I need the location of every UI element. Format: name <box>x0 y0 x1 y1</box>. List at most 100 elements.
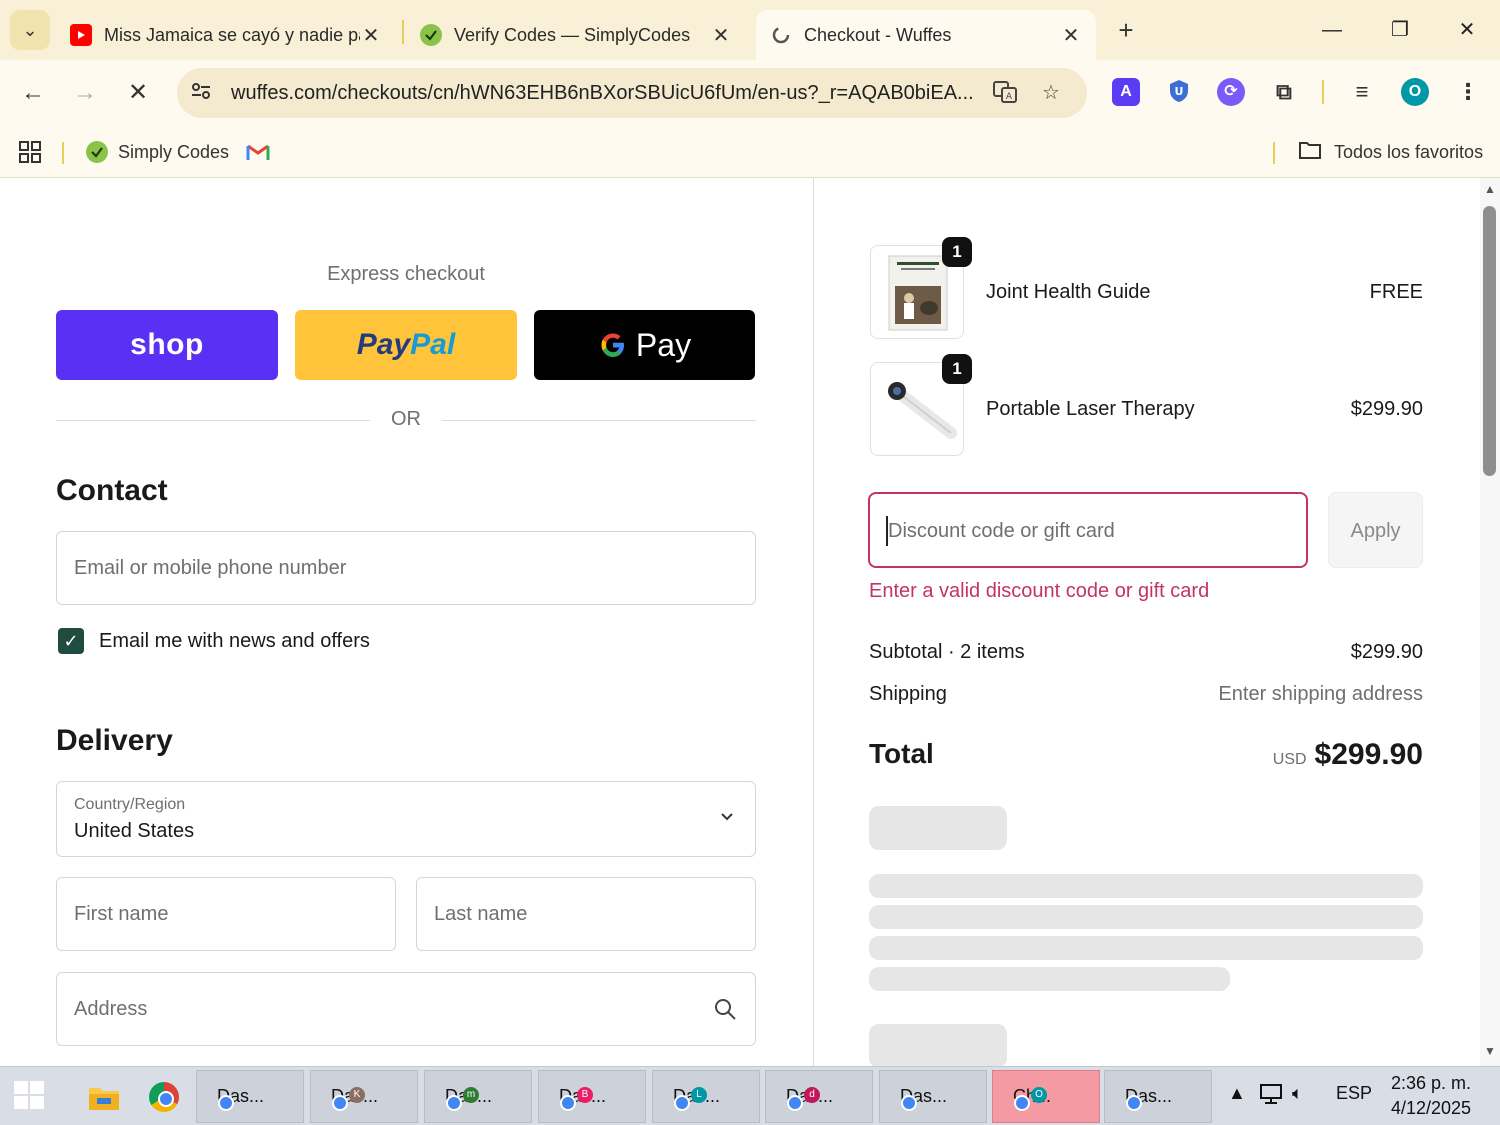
google-g-icon <box>598 330 628 360</box>
more-menu-icon[interactable]: ⋮ <box>1454 78 1482 106</box>
google-pay-button[interactable]: Pay <box>534 310 755 380</box>
bookmark-label: Simply Codes <box>118 141 230 162</box>
discount-error-message: Enter a valid discount code or gift card <box>869 580 1210 602</box>
shop-pay-logo: shop <box>130 328 204 361</box>
chrome-icon: m <box>437 1086 479 1107</box>
loading-skeleton <box>869 806 1007 850</box>
file-explorer-icon[interactable] <box>84 1077 124 1117</box>
tab-search-button[interactable]: ⌄ <box>10 10 50 50</box>
forward-button[interactable]: → <box>66 74 104 112</box>
first-name-placeholder: First name <box>74 903 169 925</box>
star-icon[interactable]: ☆ <box>1037 79 1065 107</box>
taskbar-app-button[interactable]: KDas... <box>310 1070 418 1123</box>
taskbar-app-button[interactable]: mDas... <box>424 1070 532 1123</box>
contact-heading: Contact <box>56 474 168 507</box>
scroll-down-icon[interactable]: ▼ <box>1482 1044 1498 1058</box>
gmail-icon <box>246 144 270 160</box>
tab-simplycodes[interactable]: Verify Codes — SimplyCodes ✕ <box>406 10 746 60</box>
profile-avatar[interactable]: O <box>1401 78 1429 106</box>
media-queue-icon[interactable]: ≡ <box>1348 78 1376 106</box>
windows-taskbar: Das...KDas...mDas...BDas...LDas...dDas..… <box>0 1066 1500 1125</box>
taskbar-app-button[interactable]: dDas... <box>765 1070 873 1123</box>
first-name-field[interactable]: First name <box>56 877 396 951</box>
item-name: Joint Health Guide <box>986 281 1151 303</box>
apply-discount-button[interactable]: Apply <box>1328 492 1423 568</box>
order-summary: 1 Joint Health Guide FREE 1 Portable Las… <box>814 178 1480 1066</box>
tab-strip: ⌄ Miss Jamaica se cayó y nadie pa ✕ Veri… <box>0 0 1500 60</box>
total-amount: USD $299.90 <box>1273 738 1423 772</box>
extension-purple-icon[interactable]: ⟳ <box>1217 78 1245 106</box>
taskbar-app-button[interactable]: BDas... <box>538 1070 646 1123</box>
site-info-icon[interactable] <box>189 82 213 105</box>
quantity-badge: 1 <box>942 354 972 384</box>
chrome-icon[interactable] <box>144 1077 184 1117</box>
paypal-button[interactable]: PayPal <box>295 310 517 380</box>
chrome-icon <box>209 1086 217 1107</box>
ext-a-icon[interactable]: A <box>1112 78 1140 106</box>
search-icon[interactable] <box>713 997 737 1026</box>
taskbar-app-button[interactable]: OCh... <box>992 1070 1100 1123</box>
bookmark-gmail[interactable] <box>246 138 270 166</box>
scroll-up-icon[interactable]: ▲ <box>1482 182 1498 196</box>
last-name-placeholder: Last name <box>434 903 528 925</box>
total-currency: USD <box>1272 751 1307 768</box>
back-button[interactable]: ← <box>14 74 52 112</box>
close-icon[interactable]: ✕ <box>710 23 732 48</box>
profile-badge: L <box>691 1087 707 1103</box>
taskbar-app-button[interactable]: LDas... <box>652 1070 760 1123</box>
last-name-field[interactable]: Last name <box>416 877 756 951</box>
close-icon[interactable]: ✕ <box>360 23 382 48</box>
system-clock[interactable]: 2:36 p. m. 4/12/2025 <box>1385 1071 1477 1121</box>
windows-start-button[interactable] <box>12 1079 52 1115</box>
tab-youtube[interactable]: Miss Jamaica se cayó y nadie pa ✕ <box>56 10 396 60</box>
minimize-button[interactable]: — <box>1312 12 1352 48</box>
close-icon[interactable]: ✕ <box>1060 23 1082 48</box>
close-window-button[interactable]: ✕ <box>1447 12 1487 48</box>
country-select[interactable]: Country/Region United States <box>56 781 756 857</box>
taskbar-app-button[interactable]: Das... <box>1104 1070 1212 1123</box>
url-text: wuffes.com/checkouts/cn/hWN63EHB6nBXorSB… <box>231 81 974 104</box>
all-bookmarks-folder[interactable]: Todos los favoritos <box>1298 138 1483 166</box>
product-thumbnail: 1 <box>870 354 972 456</box>
total-value: $299.90 <box>1314 738 1423 771</box>
taskbar-app-button[interactable]: Das... <box>879 1070 987 1123</box>
taskbar-app-button[interactable]: Das... <box>196 1070 304 1123</box>
email-field[interactable]: Email or mobile phone number <box>56 531 756 605</box>
stop-loading-button[interactable]: ✕ <box>119 74 157 112</box>
express-checkout-label: Express checkout <box>327 263 485 285</box>
new-tab-button[interactable]: + <box>1110 14 1142 46</box>
item-name: Portable Laser Therapy <box>986 398 1195 420</box>
tab-title: Verify Codes — SimplyCodes <box>454 24 691 45</box>
discount-code-input[interactable]: Discount code or gift card <box>868 492 1308 568</box>
shipping-label: Shipping <box>869 683 947 705</box>
address-field[interactable]: Address <box>56 972 756 1046</box>
checkmark-icon: ✓ <box>63 631 79 651</box>
tab-separator <box>402 20 404 44</box>
network-icon[interactable] <box>1258 1083 1284 1110</box>
svg-text:U: U <box>1175 85 1184 98</box>
show-hidden-icons[interactable]: ▲ <box>1228 1083 1246 1104</box>
volume-icon[interactable]: 🔈︎ <box>1292 1083 1303 1104</box>
puzzle-icon[interactable]: ⧉ <box>1270 78 1298 106</box>
address-bar[interactable]: wuffes.com/checkouts/cn/hWN63EHB6nBXorSB… <box>177 68 1087 118</box>
shield-icon[interactable]: U <box>1165 78 1193 106</box>
tab-title: Checkout - Wuffes <box>804 24 952 45</box>
profile-badge: m <box>463 1087 479 1103</box>
scrollbar-thumb[interactable] <box>1483 206 1496 476</box>
profile-badge: K <box>349 1087 365 1103</box>
bookmark-simply-codes[interactable]: Simply Codes <box>86 138 229 166</box>
language-indicator[interactable]: ESP <box>1336 1083 1372 1104</box>
translate-icon[interactable]: A <box>991 79 1019 107</box>
or-divider-right <box>442 420 756 421</box>
tab-checkout[interactable]: Checkout - Wuffes ✕ <box>756 10 1096 60</box>
item-price: $299.90 <box>1350 398 1423 420</box>
chrome-icon: B <box>551 1086 593 1107</box>
restore-button[interactable]: ❐ <box>1380 12 1420 48</box>
shop-pay-button[interactable]: shop <box>56 310 278 380</box>
newsletter-checkbox[interactable]: ✓ <box>58 628 84 654</box>
simplycodes-icon <box>86 141 108 163</box>
loading-skeleton <box>869 967 1230 991</box>
toolbar-separator <box>1322 80 1324 104</box>
chevron-down-icon: ⌄ <box>22 19 38 40</box>
apps-grid-icon[interactable] <box>18 138 42 166</box>
